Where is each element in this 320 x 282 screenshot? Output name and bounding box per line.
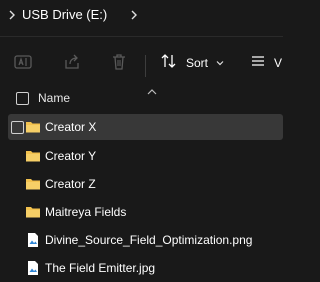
rename-icon[interactable] [12, 51, 34, 73]
breadcrumb-location[interactable]: USB Drive (E:) [22, 7, 107, 22]
file-name: Creator X [45, 120, 97, 134]
folder-icon [25, 119, 41, 135]
command-bar: Sort V [0, 36, 283, 89]
share-icon[interactable] [61, 51, 83, 73]
file-row[interactable]: Creator Y [8, 143, 283, 169]
file-name: The Field Emitter.jpg [45, 261, 156, 275]
file-name: Creator Z [45, 177, 96, 191]
sort-icon [160, 52, 178, 75]
breadcrumb: USB Drive (E:) [0, 0, 283, 28]
file-row[interactable]: Creator Z [8, 171, 283, 197]
view-icon [250, 53, 266, 74]
chevron-right-icon[interactable] [6, 8, 18, 26]
file-row[interactable]: Divine_Source_Field_Optimization.png [8, 227, 283, 253]
folder-icon [25, 204, 41, 220]
sort-label: Sort [186, 56, 209, 70]
folder-icon [25, 176, 41, 192]
file-name: Creator Y [45, 149, 97, 163]
file-row[interactable]: The Field Emitter.jpg [8, 255, 283, 281]
file-name: Maitreya Fields [45, 205, 127, 219]
view-label: V [274, 56, 283, 70]
delete-icon[interactable] [108, 51, 130, 73]
select-all-checkbox[interactable] [16, 92, 29, 105]
image-file-icon [25, 232, 41, 248]
column-name[interactable]: Name [38, 91, 70, 105]
toolbar-divider [145, 55, 146, 77]
image-file-icon [25, 260, 41, 276]
folder-icon [25, 148, 41, 164]
file-row[interactable]: Creator X [8, 114, 283, 140]
chevron-right-icon[interactable] [128, 8, 140, 26]
sort-ascending-icon [147, 82, 157, 95]
file-row[interactable]: Maitreya Fields [8, 199, 283, 225]
sort-button[interactable]: Sort [160, 51, 224, 75]
view-button[interactable]: V [250, 51, 282, 75]
column-header: Name [0, 88, 283, 110]
row-checkbox[interactable] [11, 121, 24, 134]
chevron-down-icon [216, 54, 224, 72]
file-name: Divine_Source_Field_Optimization.png [45, 233, 253, 247]
